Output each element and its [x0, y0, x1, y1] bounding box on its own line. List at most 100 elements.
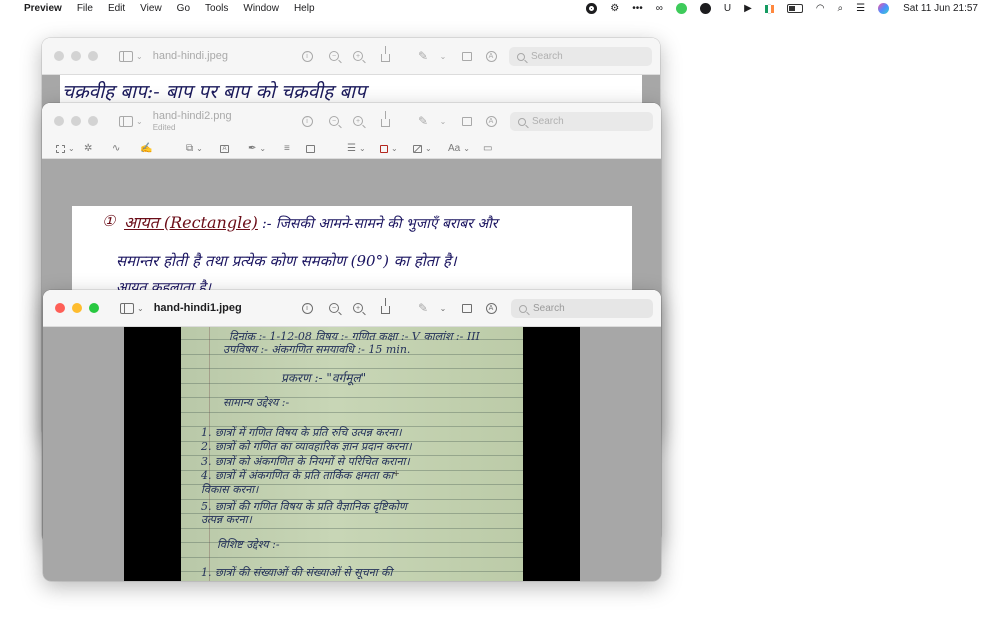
shape-style-tool[interactable]: ☰ ⌄ — [347, 142, 366, 155]
annotate-button[interactable]: A — [484, 301, 498, 315]
info-button[interactable]: i — [300, 301, 314, 315]
markup-a-icon: A — [485, 115, 497, 127]
green-app-icon[interactable] — [675, 3, 687, 14]
grammarly-icon[interactable] — [699, 3, 711, 14]
close-button[interactable] — [55, 303, 65, 313]
record-icon[interactable] — [586, 3, 598, 14]
adjust-size-tool[interactable] — [306, 142, 315, 155]
chevron-down-icon: ⌄ — [68, 144, 75, 153]
play-icon[interactable]: ▶ — [744, 3, 752, 14]
shapes-tool[interactable]: ⧉ ⌄ — [186, 142, 203, 155]
control-center-icon[interactable]: ☰ — [856, 3, 865, 14]
markup-button[interactable]: ✎ — [416, 114, 430, 128]
edited-status: Edited — [152, 123, 176, 132]
text-tool[interactable]: A — [220, 142, 229, 155]
document-area: दिनांक :- 1-12-08 विषय :- गणित कक्षा :- … — [43, 327, 661, 581]
zoom-in-button[interactable]: + — [351, 301, 365, 315]
notebook-rule-line — [181, 411, 523, 413]
search-placeholder: Search — [533, 303, 565, 314]
zoom-out-button[interactable]: − — [327, 114, 341, 128]
search-field[interactable]: Search — [510, 112, 653, 131]
zoom-out-button[interactable]: − — [327, 301, 341, 315]
menu-window[interactable]: Window — [243, 3, 279, 14]
more-icon[interactable]: ••• — [632, 3, 643, 14]
traffic-lights — [54, 116, 105, 126]
zoom-in-button[interactable]: + — [351, 114, 365, 128]
adjust-color-tool[interactable]: ≡ — [284, 142, 290, 155]
window-title-block: hand-hindi1.jpeg — [154, 302, 242, 314]
menu-preview[interactable]: Preview — [24, 3, 62, 14]
markup-chevron[interactable]: ⌄ — [436, 301, 450, 315]
battery-icon[interactable] — [786, 4, 803, 13]
minimize-button[interactable] — [72, 303, 82, 313]
share-button[interactable] — [378, 111, 392, 128]
share-icon — [380, 111, 390, 127]
menu-edit[interactable]: Edit — [108, 3, 125, 14]
share-button[interactable] — [378, 46, 392, 63]
annotation-note-tool[interactable]: ▭ — [483, 142, 492, 155]
annotate-button[interactable]: A — [484, 49, 498, 63]
pen-icon: ✎ — [417, 114, 429, 128]
minimize-button[interactable] — [71, 51, 81, 61]
minimize-button[interactable] — [71, 116, 81, 126]
border-color-tool[interactable]: ⌄ — [380, 142, 398, 155]
sketch-tool[interactable]: ∿ — [112, 142, 120, 155]
siri-icon[interactable] — [878, 3, 890, 14]
markup-chevron[interactable]: ⌄ — [436, 49, 450, 63]
sidebar-toggle-button[interactable]: ⌄ — [120, 302, 144, 314]
annotate-button[interactable]: A — [484, 114, 498, 128]
menu-go[interactable]: Go — [177, 3, 190, 14]
markup-button[interactable]: ✎ — [416, 301, 430, 315]
markup-button[interactable]: ✎ — [416, 49, 430, 63]
info-button[interactable]: i — [300, 114, 314, 128]
zoom-button[interactable] — [88, 51, 98, 61]
menu-tools[interactable]: Tools — [205, 3, 228, 14]
u-app-icon[interactable]: U — [724, 3, 731, 14]
flag-icon[interactable] — [764, 3, 774, 14]
menu-view[interactable]: View — [140, 3, 162, 14]
share-button[interactable] — [378, 298, 392, 315]
draw-tool[interactable]: ✍ — [140, 142, 152, 155]
rotate-button[interactable] — [460, 301, 474, 315]
text-style-tool[interactable]: Aa ⌄ — [448, 142, 470, 155]
search-icon[interactable]: ⌕ — [838, 3, 844, 14]
shapes-icon: ⧉ — [186, 143, 194, 154]
menu-clock[interactable]: Sat 11 Jun 21:57 — [903, 3, 978, 14]
selection-tool[interactable]: ⌄ — [56, 142, 75, 155]
sign-tool[interactable]: ✒ ⌄ — [248, 142, 266, 155]
zoom-out-button[interactable]: − — [327, 49, 341, 63]
close-button[interactable] — [54, 116, 64, 126]
instant-alpha-tool[interactable]: ✲ — [84, 142, 92, 155]
fill-color-icon — [413, 144, 422, 153]
pen-icon: ✎ — [417, 301, 429, 315]
info-button[interactable]: i — [300, 49, 314, 63]
chevron-down-icon: ⌄ — [259, 144, 267, 153]
search-field[interactable]: Search — [511, 299, 653, 318]
rotate-icon — [462, 303, 472, 313]
notebook-text-line: 3. छात्रों को अंकगणित के नियमों से परिचि… — [201, 455, 410, 468]
menu-help[interactable]: Help — [294, 3, 315, 14]
sidebar-toggle-button[interactable]: ⌄ — [119, 115, 143, 127]
window-title-block: hand-hindi2.png Edited — [153, 110, 232, 132]
menu-file[interactable]: File — [77, 3, 93, 14]
draw-icon: ✍ — [140, 143, 153, 154]
toolbar-icons: i − + ✎ ⌄ A — [300, 103, 498, 139]
wifi-icon[interactable]: ◠ — [816, 3, 825, 14]
search-field[interactable]: Search — [509, 47, 652, 66]
rotate-button[interactable] — [460, 49, 474, 63]
zoom-button[interactable] — [89, 303, 99, 313]
markup-chevron[interactable]: ⌄ — [436, 114, 450, 128]
sidebar-toggle-button[interactable]: ⌄ — [119, 50, 143, 62]
zoom-out-icon: − — [329, 116, 339, 126]
rotate-button[interactable] — [460, 114, 474, 128]
close-button[interactable] — [54, 51, 64, 61]
fill-color-tool[interactable]: ⌄ — [413, 142, 432, 155]
zoom-in-button[interactable]: + — [351, 49, 365, 63]
line-style-icon: ☰ — [347, 143, 356, 154]
creative-cloud-icon[interactable]: ∞ — [656, 3, 663, 14]
signature-icon: ✒ — [248, 143, 257, 154]
accessibility-icon[interactable]: ⚙ — [610, 3, 619, 14]
window-title-block: hand-hindi.jpeg — [153, 50, 228, 62]
notebook-text-line: 4. छात्रों में अंकगणित के प्रति तार्किक … — [201, 469, 394, 482]
zoom-button[interactable] — [88, 116, 98, 126]
